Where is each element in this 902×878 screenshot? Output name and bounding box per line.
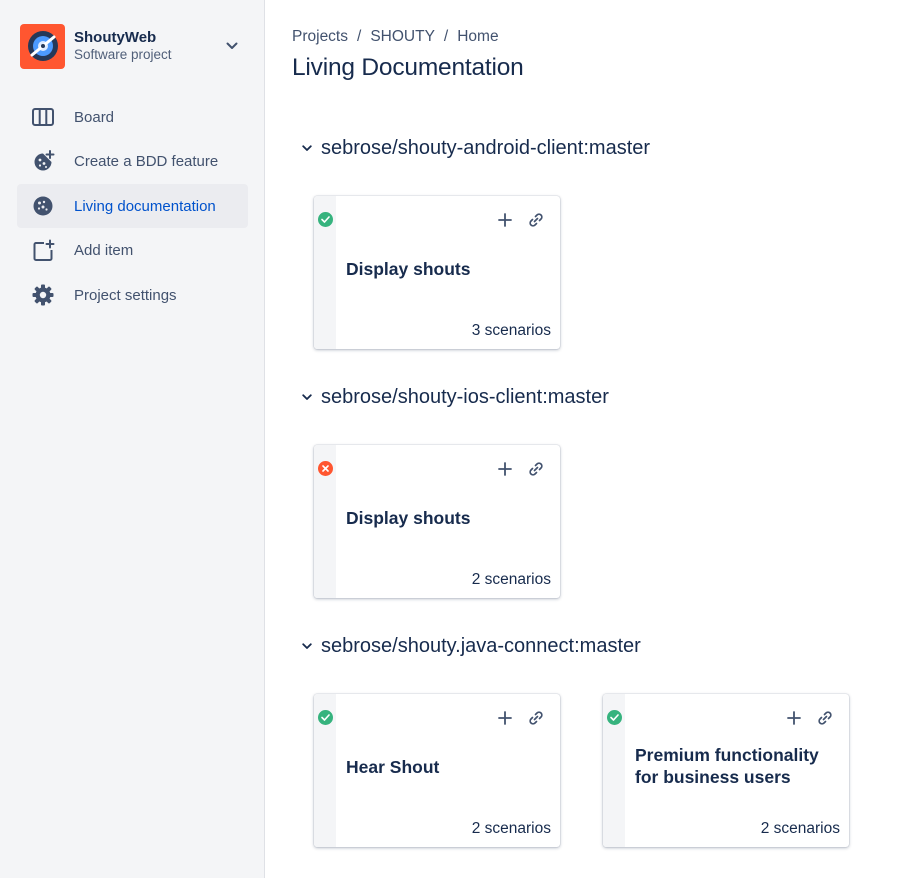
project-name: ShoutyWeb — [74, 29, 157, 46]
section-header-ios[interactable]: sebrose/shouty-ios-client:master — [300, 386, 609, 409]
breadcrumb-separator: / — [357, 28, 362, 45]
sidebar-item-project-settings[interactable]: Project settings — [17, 273, 248, 317]
feature-title: Premium functionality for business users — [635, 745, 819, 787]
feature-card[interactable]: Display shouts 2 scenarios — [314, 445, 560, 598]
project-avatar — [20, 23, 65, 69]
sidebar-item-add-item[interactable]: Add item — [17, 229, 248, 273]
sidebar: ShoutyWeb Software project Board Create … — [0, 0, 265, 878]
add-icon[interactable] — [495, 210, 515, 230]
feature-title: Hear Shout — [346, 757, 440, 777]
link-icon[interactable] — [815, 708, 835, 728]
sidebar-item-board[interactable]: Board — [17, 95, 248, 139]
failed-status-icon — [318, 461, 333, 476]
feature-title: Display shouts — [346, 508, 471, 528]
board-icon — [31, 105, 55, 129]
bdd-feature-icon — [31, 149, 55, 174]
breadcrumb-project[interactable]: SHOUTY — [370, 28, 435, 45]
passed-status-icon — [318, 212, 333, 227]
link-icon[interactable] — [526, 708, 546, 728]
page-title: Living Documentation — [292, 54, 524, 81]
sidebar-item-label: Board — [74, 108, 115, 126]
section-repo-name: sebrose/shouty.java-connect:master — [321, 635, 641, 657]
scenario-count: 2 scenarios — [471, 571, 551, 588]
sidebar-item-create-bdd-feature[interactable]: Create a BDD feature — [17, 140, 248, 184]
section-repo-name: sebrose/shouty-ios-client:master — [321, 386, 609, 408]
living-doc-icon — [31, 194, 55, 218]
feature-card[interactable]: Premium functionality for business users… — [603, 694, 849, 847]
scenario-count: 2 scenarios — [471, 820, 551, 837]
feature-title: Display shouts — [346, 259, 471, 279]
chevron-down-icon[interactable] — [300, 640, 314, 654]
project-type: Software project — [74, 47, 172, 62]
passed-status-icon — [607, 710, 622, 725]
link-icon[interactable] — [526, 459, 546, 479]
breadcrumb-projects[interactable]: Projects — [292, 28, 348, 45]
chevron-down-icon[interactable] — [300, 142, 314, 156]
chevron-down-icon[interactable] — [221, 35, 243, 57]
feature-card[interactable]: Hear Shout 2 scenarios — [314, 694, 560, 847]
section-header-java-connect[interactable]: sebrose/shouty.java-connect:master — [300, 635, 641, 658]
add-item-icon — [31, 239, 55, 263]
breadcrumb-separator: / — [443, 28, 449, 45]
breadcrumb-home[interactable]: Home — [457, 28, 498, 45]
gear-icon — [31, 283, 55, 307]
project-switcher[interactable]: ShoutyWeb Software project — [20, 23, 245, 69]
sidebar-item-living-documentation[interactable]: Living documentation — [17, 184, 248, 228]
sidebar-item-label: Create a BDD feature — [74, 153, 219, 170]
section-header-android[interactable]: sebrose/shouty-android-client:master — [300, 137, 650, 160]
scenario-count: 2 scenarios — [760, 820, 840, 837]
main-content: Projects / SHOUTY / Home Living Documentatio… — [292, 0, 892, 878]
sidebar-item-label: Project settings — [74, 286, 177, 304]
add-icon[interactable] — [495, 459, 515, 479]
sidebar-nav: Board Create a BDD feature Living docume… — [17, 95, 248, 318]
add-icon[interactable] — [784, 708, 804, 728]
sidebar-item-label: Living documentation — [74, 197, 216, 215]
project-logo-icon — [27, 31, 58, 61]
scenario-count: 3 scenarios — [471, 322, 551, 339]
breadcrumb: Projects / SHOUTY / Home — [292, 28, 499, 46]
chevron-down-icon[interactable] — [300, 391, 314, 405]
passed-status-icon — [318, 710, 333, 725]
link-icon[interactable] — [526, 210, 546, 230]
section-repo-name: sebrose/shouty-android-client:master — [321, 137, 651, 159]
add-icon[interactable] — [495, 708, 515, 728]
sidebar-item-label: Add item — [74, 242, 134, 259]
feature-card[interactable]: Display shouts 3 scenarios — [314, 196, 560, 349]
